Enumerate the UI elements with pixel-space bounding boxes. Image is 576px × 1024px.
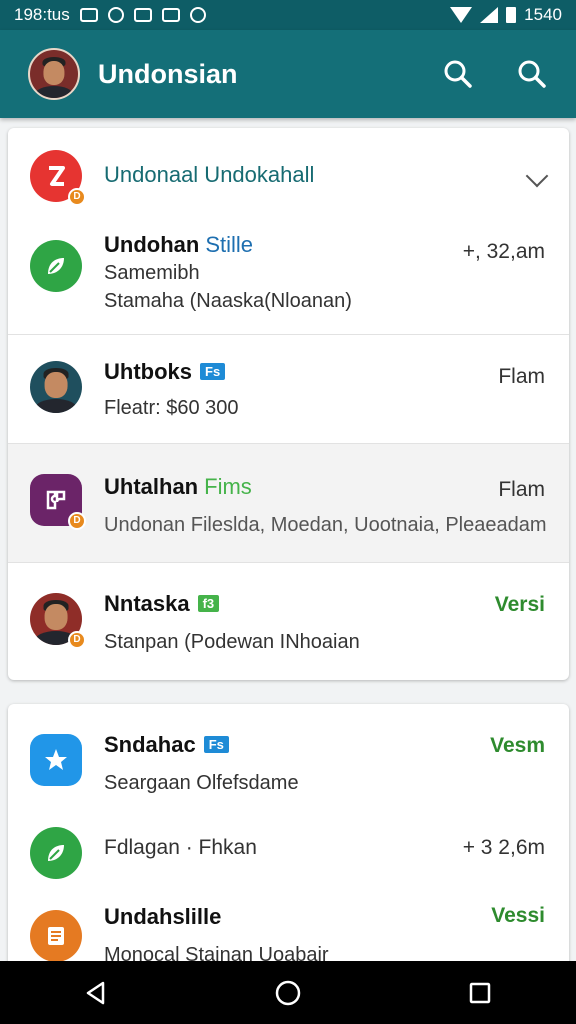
item-line1: Samemibh [104, 262, 200, 284]
profile-avatar[interactable] [28, 48, 80, 100]
conversation-card-2: Sndahac Fs Seargaan Olfefsdame Vesm Fdlag… [8, 704, 569, 994]
sync-icon [107, 7, 124, 23]
leaf-icon-2 [30, 827, 82, 879]
person-avatar [30, 361, 82, 413]
item-title: Uhtalhan [104, 474, 199, 499]
item-tag: Fs [200, 363, 226, 380]
person-avatar-2: D [30, 593, 86, 649]
item-status: Versi [494, 593, 545, 616]
search-icon [444, 60, 472, 88]
group-header[interactable]: D Undonaal Undokahall [8, 128, 569, 218]
item-time: + 3 2,6m [462, 836, 545, 859]
item-title-extra: Stille [205, 232, 254, 257]
list-item-selected[interactable]: D Uhtalhan Fims Undonan Fileslda, Moedan,… [8, 444, 569, 562]
item-time: Flam [498, 478, 545, 501]
search-button[interactable] [436, 52, 480, 96]
star-icon [30, 734, 82, 786]
item-title: Uhtboks [104, 359, 192, 384]
item-time: +, 32,am [462, 240, 545, 263]
status-clock: 1540 [524, 5, 562, 24]
list-item[interactable]: Uhtboks Fs Fleatr: $60 300 Flam [8, 335, 569, 443]
puzzle-icon: D [30, 474, 86, 530]
item-line1: Undonan Fileslda, Moedan, Uootnaia, Plea… [104, 514, 547, 536]
battery-icon [506, 7, 517, 23]
list-item[interactable]: Undohan Stille Samemibh Stamaha (Naaska(N… [8, 218, 569, 334]
item-time: Flam [498, 365, 545, 388]
item-title: Nntaska [104, 591, 190, 616]
app-title: Undonsian [98, 58, 238, 89]
item-title-extra: Fims [204, 474, 252, 499]
wifi-icon [450, 7, 473, 23]
item-line1: Fleatr: $60 300 [104, 397, 239, 419]
item-status: Vesm [490, 734, 545, 757]
home-button[interactable] [258, 963, 318, 1023]
recents-icon [469, 982, 491, 1003]
item-line1: Stanpan (Podewan INhoaian [104, 631, 360, 653]
back-button[interactable] [66, 963, 126, 1023]
group-title: Undonaal Undokahall [104, 162, 315, 187]
image-icon [161, 8, 180, 22]
list-item[interactable]: Fdlagan · Fhkan + 3 2,6m [8, 810, 569, 892]
back-icon [86, 981, 105, 1004]
item-title: Undohan [104, 232, 200, 257]
item-title: Undahslille [104, 904, 222, 929]
item-title: Sndahac [104, 732, 196, 757]
status-time: 198:tus [14, 5, 70, 24]
chevron-down-icon[interactable] [525, 164, 549, 188]
conversation-card-1: D Undonaal Undokahall Undohan Stille Same… [8, 128, 569, 680]
app-icon [189, 7, 206, 23]
group-icon: D [30, 150, 86, 206]
leaf-icon [30, 240, 82, 292]
navigation-bar [0, 961, 576, 1024]
recents-button[interactable] [450, 963, 510, 1023]
signal-icon [480, 7, 499, 23]
status-bar: 198:tus 1540 [0, 0, 576, 30]
mail-icon [133, 8, 152, 22]
notification-icon [79, 8, 98, 22]
item-status: Vessi [491, 904, 545, 927]
list-item[interactable]: D Nntaska f3 Stanpan (Podewan INhoaian Ve… [8, 563, 569, 680]
item-tag: Fs [203, 736, 229, 753]
search-icon [518, 60, 546, 88]
app-bar: Undonsian [0, 30, 576, 118]
item-line2: Stamaha (Naaska(Nloanan) [104, 290, 352, 312]
item-title: Fdlagan · Fhkan [104, 836, 257, 859]
item-tag: f3 [197, 595, 220, 612]
list-item[interactable]: Sndahac Fs Seargaan Olfefsdame Vesm [8, 704, 569, 810]
note-icon [30, 910, 82, 962]
item-line1: Seargaan Olfefsdame [104, 772, 299, 794]
search-button-2[interactable] [510, 52, 554, 96]
home-icon [275, 980, 301, 1005]
